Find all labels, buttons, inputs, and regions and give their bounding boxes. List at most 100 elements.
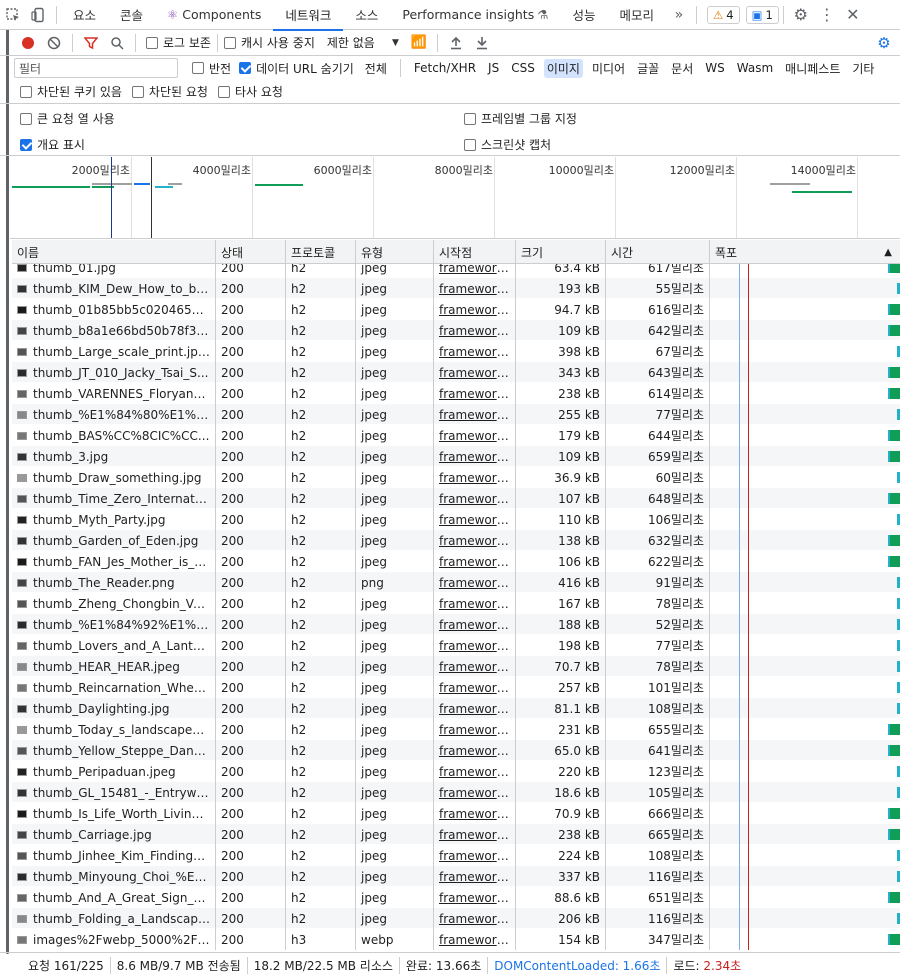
request-name-cell[interactable]: thumb_Lovers_and_A_Lanter... <box>12 635 216 656</box>
initiator-link[interactable]: framework-... <box>439 870 510 884</box>
initiator-cell[interactable]: framework-... <box>434 404 516 425</box>
initiator-link[interactable]: framework-... <box>439 303 510 317</box>
record-icon[interactable] <box>16 31 40 55</box>
request-name-cell[interactable]: thumb_01.jpg <box>12 264 216 278</box>
request-name-cell[interactable]: thumb_Garden_of_Eden.jpg <box>12 530 216 551</box>
table-row[interactable]: thumb_%E1%84%80%E1%8... 200 h2 jpeg framewor… <box>12 404 900 425</box>
initiator-cell[interactable]: framework-... <box>434 929 516 950</box>
table-row[interactable]: thumb_Reincarnation_Wheel_... 200 h2 jpeg fr… <box>12 677 900 698</box>
initiator-link[interactable]: framework-... <box>439 534 510 548</box>
request-name-cell[interactable]: thumb_Time_Zero_Internation... <box>12 488 216 509</box>
request-name-cell[interactable]: thumb_01b85bb5c020465292... <box>12 299 216 320</box>
column-header-status[interactable]: 상태 <box>216 240 286 264</box>
third-party-checkbox[interactable]: 타사 요청 <box>217 83 283 100</box>
type-filter-css[interactable]: CSS <box>508 60 538 76</box>
table-row[interactable]: thumb_Jinhee_Kim_Finding_S... 200 h2 jpeg fr… <box>12 845 900 866</box>
show-overview-checkbox[interactable]: 개요 표시 <box>20 136 85 153</box>
initiator-link[interactable]: framework-... <box>439 849 510 863</box>
table-row[interactable]: thumb_Time_Zero_Internation... 200 h2 jpeg f… <box>12 488 900 509</box>
table-row[interactable]: images%2Fwebp_5000%2Fc... 200 h3 webp framew… <box>12 929 900 950</box>
checkbox-box[interactable] <box>217 85 230 98</box>
search-icon[interactable] <box>105 31 129 55</box>
initiator-cell[interactable]: framework-... <box>434 572 516 593</box>
type-filter-all[interactable]: 전체 <box>362 59 390 78</box>
capture-screenshots-checkbox[interactable]: 스크린샷 캡처 <box>464 136 551 153</box>
table-row[interactable]: thumb_Lovers_and_A_Lanter... 200 h2 jpeg fra… <box>12 635 900 656</box>
initiator-cell[interactable]: framework-... <box>434 698 516 719</box>
initiator-cell[interactable]: framework-... <box>434 320 516 341</box>
tab-performance[interactable]: 성능 <box>560 0 607 30</box>
request-name-cell[interactable]: thumb_VARENNES_Floryan_L... <box>12 383 216 404</box>
initiator-cell[interactable]: framework-... <box>434 264 516 278</box>
table-row[interactable]: thumb_HEAR_HEAR.jpeg 200h2jpeg framework-.… <box>12 656 900 677</box>
request-name-cell[interactable]: thumb_FAN_Jes_Mother_is_a... <box>12 551 216 572</box>
request-name-cell[interactable]: thumb_Large_scale_print.jpeg <box>12 341 216 362</box>
request-name-cell[interactable]: thumb_Carriage.jpg <box>12 824 216 845</box>
hide-data-urls-checkbox[interactable]: 데이터 URL 숨기기 <box>239 60 354 77</box>
column-header-size[interactable]: 크기 <box>516 240 606 264</box>
request-name-cell[interactable]: thumb_KIM_Dew_How_to_be... <box>12 278 216 299</box>
type-filter-wasm[interactable]: Wasm <box>734 60 776 76</box>
messages-badge[interactable]: ▣ 1 <box>745 5 779 24</box>
request-name-cell[interactable]: thumb_Minyoung_Choi_%E1... <box>12 866 216 887</box>
table-row[interactable]: thumb_Myth_Party.jpg 200h2jpeg framework-.… <box>12 509 900 530</box>
preserve-log-checkbox[interactable]: 로그 보존 <box>146 34 211 51</box>
initiator-link[interactable]: framework-... <box>439 492 510 506</box>
request-name-cell[interactable]: thumb_3.jpg <box>12 446 216 467</box>
gear-icon[interactable]: ⚙ <box>788 1 814 29</box>
type-filter-ws[interactable]: WS <box>702 60 727 76</box>
initiator-cell[interactable]: framework-... <box>434 677 516 698</box>
table-row[interactable]: thumb_01b85bb5c020465292... 200 h2 jpeg fram… <box>12 299 900 320</box>
initiator-cell[interactable]: framework-... <box>434 278 516 299</box>
table-row[interactable]: thumb_The_Reader.png 200h2png framework-..… <box>12 572 900 593</box>
table-row[interactable]: thumb_And_A_Great_Sign_A... 200 h2 jpeg fram… <box>12 887 900 908</box>
import-har-icon[interactable] <box>444 31 468 55</box>
initiator-link[interactable]: framework-... <box>439 576 510 590</box>
tab-performance-insights[interactable]: Performance insights ⚗ <box>390 0 560 30</box>
column-header-initiator[interactable]: 시작점 <box>434 240 516 264</box>
group-by-frame-checkbox[interactable]: 프레임별 그룹 지정 <box>464 110 577 127</box>
request-name-cell[interactable]: thumb_Myth_Party.jpg <box>12 509 216 530</box>
table-row[interactable]: thumb_b8a1e66bd50b78f3e8... 200 h2 jpeg fram… <box>12 320 900 341</box>
invert-checkbox[interactable]: 반전 <box>192 60 231 77</box>
checkbox-box[interactable] <box>239 62 252 74</box>
request-name-cell[interactable]: thumb_GL_15481_-_Entryway... <box>12 782 216 803</box>
tab-elements[interactable]: 요소 <box>61 0 108 30</box>
initiator-cell[interactable]: framework-... <box>434 866 516 887</box>
initiator-cell[interactable]: framework-... <box>434 593 516 614</box>
initiator-link[interactable]: framework-... <box>439 429 510 443</box>
type-filter-fetch-xhr[interactable]: Fetch/XHR <box>411 60 479 76</box>
type-filter-doc[interactable]: 문서 <box>668 59 696 78</box>
table-row[interactable]: thumb_VARENNES_Floryan_L... 200 h2 jpeg fram… <box>12 383 900 404</box>
initiator-link[interactable]: framework-... <box>439 765 510 779</box>
clear-icon[interactable] <box>42 31 66 55</box>
disable-cache-checkbox[interactable]: 캐시 사용 중지 <box>223 34 315 51</box>
initiator-link[interactable]: framework-... <box>439 324 510 338</box>
request-name-cell[interactable]: thumb_Zheng_Chongbin_Vec... <box>12 593 216 614</box>
table-row[interactable]: thumb_Large_scale_print.jpeg 200 h2 jpeg fra… <box>12 341 900 362</box>
request-name-cell[interactable]: thumb_Daylighting.jpg <box>12 698 216 719</box>
table-row[interactable]: thumb_Peripaduan.jpeg 200 h2 jpeg framework-… <box>12 761 900 782</box>
initiator-cell[interactable]: framework-... <box>434 656 516 677</box>
initiator-link[interactable]: framework-... <box>439 282 510 296</box>
initiator-link[interactable]: framework-... <box>439 387 510 401</box>
initiator-cell[interactable]: framework-... <box>434 467 516 488</box>
initiator-link[interactable]: framework-... <box>439 891 510 905</box>
checkbox-box[interactable] <box>464 138 476 151</box>
kebab-menu-icon[interactable]: ⋮ <box>814 1 840 29</box>
type-filter-other[interactable]: 기타 <box>849 59 877 78</box>
blocked-cookies-checkbox[interactable]: 차단된 쿠키 있음 <box>20 83 122 100</box>
request-name-cell[interactable]: thumb_The_Reader.png <box>12 572 216 593</box>
table-row[interactable]: thumb_%E1%84%92%E1%8... 200 h2 jpeg framewor… <box>12 614 900 635</box>
initiator-cell[interactable]: framework-... <box>434 425 516 446</box>
type-filter-font[interactable]: 글꼴 <box>634 59 662 78</box>
network-conditions-icon[interactable]: 📶 <box>407 31 431 55</box>
table-row[interactable]: thumb_KIM_Dew_How_to_be... 200 h2 jpeg frame… <box>12 278 900 299</box>
request-name-cell[interactable]: thumb_Peripaduan.jpeg <box>12 761 216 782</box>
request-name-cell[interactable]: thumb_BAS%CC%8CIC%CC... <box>12 425 216 446</box>
checkbox-box[interactable] <box>20 138 32 151</box>
initiator-cell[interactable]: framework-... <box>434 803 516 824</box>
initiator-cell[interactable]: framework-... <box>434 845 516 866</box>
initiator-link[interactable]: framework-... <box>439 723 510 737</box>
type-filter-img[interactable]: 이미지 <box>543 58 583 78</box>
